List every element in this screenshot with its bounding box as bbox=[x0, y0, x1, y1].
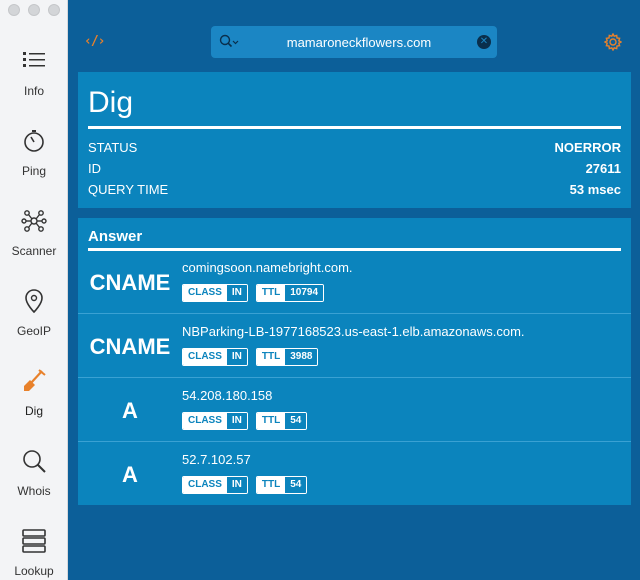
stat-value: 27611 bbox=[585, 161, 621, 176]
stat-row-query-time: QUERY TIME 53 msec bbox=[88, 182, 621, 202]
class-label: CLASS bbox=[183, 285, 227, 301]
gear-icon[interactable] bbox=[604, 33, 622, 51]
stat-value: 53 msec bbox=[569, 182, 621, 197]
sidebar-item-dig[interactable]: Dig bbox=[0, 368, 68, 448]
sidebar-item-label: Lookup bbox=[14, 564, 54, 578]
zoom-window-button[interactable] bbox=[48, 4, 60, 16]
sidebar-item-info[interactable]: Info bbox=[0, 48, 68, 128]
sidebar-item-whois[interactable]: Whois bbox=[0, 448, 68, 528]
ttl-label: TTL bbox=[256, 349, 286, 365]
network-nodes-icon bbox=[21, 210, 47, 232]
stat-key: STATUS bbox=[88, 140, 138, 155]
record-type: A bbox=[122, 462, 138, 487]
ttl-label: TTL bbox=[256, 477, 286, 493]
ttl-badge: TTL 54 bbox=[255, 412, 308, 430]
ttl-value: 10794 bbox=[285, 285, 324, 301]
record-value: comingsoon.namebright.com. bbox=[182, 260, 353, 275]
sidebar-item-scanner[interactable]: Scanner bbox=[0, 208, 68, 288]
sidebar-item-label: Dig bbox=[24, 404, 43, 418]
sidebar-item-label: GeoIP bbox=[16, 324, 52, 338]
stat-key: ID bbox=[88, 161, 101, 176]
server-stack-icon bbox=[22, 529, 46, 553]
class-value: IN bbox=[226, 413, 247, 429]
sidebar: Info Ping Scanner GeoIP Dig Whois Lookup bbox=[0, 0, 68, 580]
search-input[interactable] bbox=[251, 26, 467, 58]
stat-key: QUERY TIME bbox=[88, 182, 169, 197]
record-type: CNAME bbox=[89, 270, 171, 295]
location-pin-icon bbox=[25, 289, 43, 314]
class-badge: CLASS IN bbox=[182, 348, 248, 366]
sidebar-item-geoip[interactable]: GeoIP bbox=[0, 288, 68, 368]
answer-panel: Answer CNAME comingsoon.namebright.com. … bbox=[78, 218, 631, 505]
record-type: A bbox=[122, 398, 138, 423]
stat-row-id: ID 27611 bbox=[88, 161, 621, 181]
record-value: 54.208.180.158 bbox=[182, 388, 273, 403]
ttl-label: TTL bbox=[256, 413, 286, 429]
close-window-button[interactable] bbox=[8, 4, 20, 16]
answer-record[interactable]: CNAME NBParking-LB-1977168523.us-east-1.… bbox=[78, 314, 631, 378]
sidebar-item-label: Info bbox=[23, 84, 44, 98]
ttl-badge: TTL 10794 bbox=[255, 284, 325, 302]
record-value: 52.7.102.57 bbox=[182, 452, 251, 467]
stat-value: NOERROR bbox=[554, 140, 621, 155]
magnifier-icon bbox=[23, 450, 46, 473]
answer-record[interactable]: CNAME comingsoon.namebright.com. CLASS I… bbox=[78, 250, 631, 314]
ttl-label: TTL bbox=[256, 285, 286, 301]
class-label: CLASS bbox=[183, 477, 227, 493]
ttl-value: 54 bbox=[285, 477, 307, 493]
page-title: Dig bbox=[88, 86, 134, 119]
class-badge: CLASS IN bbox=[182, 284, 248, 302]
minimize-window-button[interactable] bbox=[28, 4, 40, 16]
class-value: IN bbox=[226, 285, 247, 301]
search-dropdown-icon[interactable] bbox=[219, 34, 239, 50]
sidebar-item-label: Scanner bbox=[11, 244, 57, 258]
class-label: CLASS bbox=[183, 413, 227, 429]
title-divider bbox=[88, 126, 621, 129]
stopwatch-icon bbox=[24, 130, 44, 152]
record-value: NBParking-LB-1977168523.us-east-1.elb.am… bbox=[182, 324, 525, 339]
record-type: CNAME bbox=[89, 334, 171, 359]
ttl-value: 3988 bbox=[285, 349, 318, 365]
ttl-value: 54 bbox=[285, 413, 307, 429]
dig-summary-panel: Dig STATUS NOERROR ID 27611 QUERY TIME 5… bbox=[78, 72, 631, 208]
sidebar-item-ping[interactable]: Ping bbox=[0, 128, 68, 208]
ttl-badge: TTL 54 bbox=[255, 476, 308, 494]
class-badge: CLASS IN bbox=[182, 476, 248, 494]
class-value: IN bbox=[226, 349, 247, 365]
search-bar[interactable]: ✕ bbox=[211, 26, 497, 58]
clear-x-icon[interactable]: ✕ bbox=[477, 35, 491, 49]
stat-row-status: STATUS NOERROR bbox=[88, 140, 621, 160]
class-value: IN bbox=[226, 477, 247, 493]
window-controls bbox=[8, 4, 60, 16]
sidebar-item-lookup[interactable]: Lookup bbox=[0, 528, 68, 580]
sidebar-item-label: Whois bbox=[17, 484, 51, 498]
class-badge: CLASS IN bbox=[182, 412, 248, 430]
answer-title: Answer bbox=[88, 228, 143, 245]
class-label: CLASS bbox=[183, 349, 227, 365]
toolbar: ‹/› ✕ bbox=[68, 0, 640, 70]
answer-record[interactable]: A 52.7.102.57 CLASS IN TTL 54 bbox=[78, 442, 631, 506]
list-icon bbox=[23, 52, 45, 67]
ttl-badge: TTL 3988 bbox=[255, 348, 319, 366]
answer-record[interactable]: A 54.208.180.158 CLASS IN TTL 54 bbox=[78, 378, 631, 442]
shovel-icon bbox=[24, 369, 46, 391]
code-icon[interactable]: ‹/› bbox=[84, 34, 106, 49]
sidebar-item-label: Ping bbox=[21, 164, 47, 178]
